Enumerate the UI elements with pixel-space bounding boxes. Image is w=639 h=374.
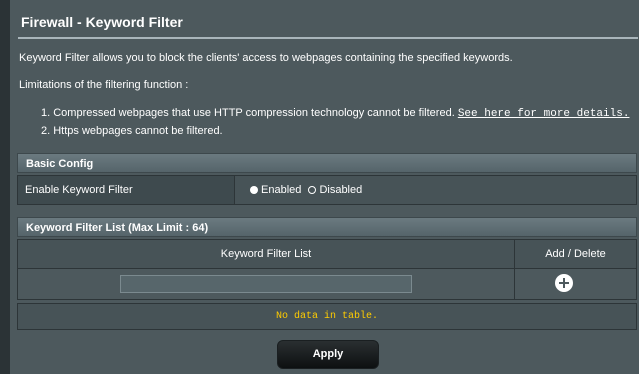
- limitation-item-1: 1. Compressed webpages that use HTTP com…: [41, 107, 629, 120]
- radio-disabled[interactable]: Disabled: [308, 184, 362, 196]
- keyword-input[interactable]: [120, 275, 412, 293]
- left-sidebar-edge: [0, 0, 10, 374]
- col-keyword-filter-list: Keyword Filter List: [18, 240, 515, 268]
- radio-enabled[interactable]: Enabled: [250, 184, 304, 196]
- content-panel: Firewall - Keyword Filter Keyword Filter…: [10, 0, 639, 374]
- radio-disabled-icon[interactable]: [308, 186, 317, 194]
- enable-keyword-filter-label: Enable Keyword Filter: [18, 176, 235, 204]
- limitations-title: Limitations of the filtering function :: [19, 79, 189, 91]
- no-data-message: No data in table.: [275, 311, 379, 322]
- intro-text: Keyword Filter allows you to block the c…: [19, 52, 513, 64]
- keyword-table-header-row: Keyword Filter List Add / Delete: [17, 239, 637, 269]
- radio-enabled-label[interactable]: Enabled: [261, 184, 301, 196]
- enable-radio-group: Enabled Disabled: [250, 176, 362, 204]
- radio-disabled-label[interactable]: Disabled: [319, 184, 362, 196]
- page-title: Firewall - Keyword Filter: [21, 14, 183, 30]
- col-add-delete: Add / Delete: [545, 248, 606, 260]
- basic-config-header: Basic Config: [17, 153, 637, 173]
- keyword-table-empty-row: No data in table.: [17, 303, 637, 330]
- column-divider: [514, 269, 515, 299]
- limitation-item-1-text: 1. Compressed webpages that use HTTP com…: [41, 107, 455, 119]
- keyword-input-row: [17, 268, 637, 300]
- apply-button[interactable]: Apply: [277, 340, 379, 369]
- details-link[interactable]: See here for more details.: [458, 108, 630, 120]
- title-divider: [18, 37, 638, 39]
- radio-enabled-icon[interactable]: [250, 186, 258, 194]
- add-keyword-button[interactable]: [555, 274, 573, 292]
- limitation-item-2: 2. Https webpages cannot be filtered.: [41, 125, 223, 137]
- keyword-list-header: Keyword Filter List (Max Limit : 64): [17, 217, 637, 237]
- enable-keyword-filter-row: Enable Keyword Filter Enabled Disabled: [17, 175, 637, 205]
